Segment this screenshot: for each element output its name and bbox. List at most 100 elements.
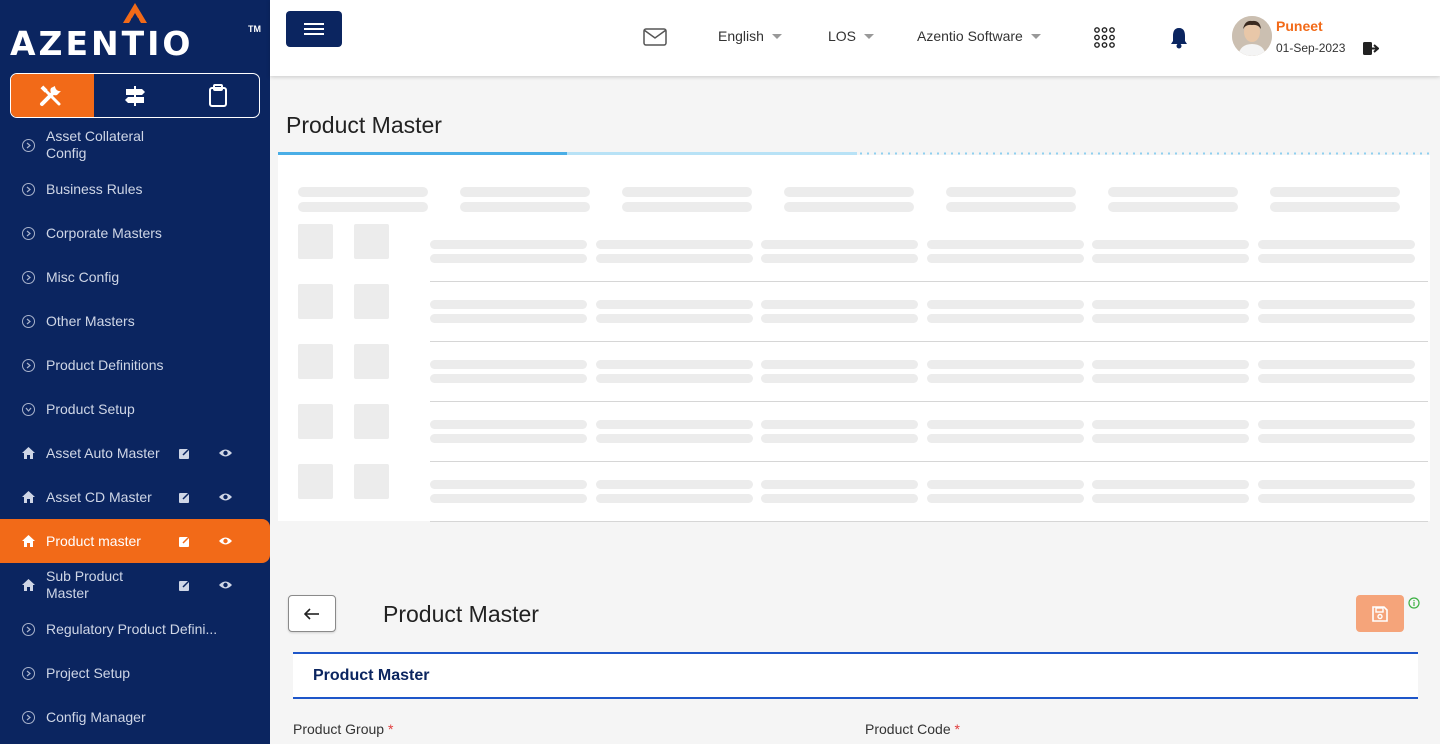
skeleton-header-bar	[784, 187, 914, 197]
eye-icon[interactable]	[218, 448, 233, 458]
sidebar-item-label: Misc Config	[46, 268, 120, 285]
sidebar-item-label: Sub Product Master	[46, 568, 124, 601]
sidebar-item-label: Corporate Masters	[46, 224, 162, 241]
menu-toggle-button[interactable]	[286, 11, 342, 47]
skeleton-cell-bar	[1257, 314, 1415, 323]
top-bar: English LOS Azentio Software Puneet 01-S…	[270, 0, 1440, 76]
hamburger-icon	[304, 23, 324, 35]
skeleton-cell-bar	[926, 300, 1084, 309]
skeleton-cell-bar	[1257, 494, 1415, 503]
skeleton-cell-bar	[1092, 494, 1249, 503]
eye-icon[interactable]	[218, 492, 233, 502]
user-name: Puneet	[1276, 18, 1323, 34]
home-icon	[22, 491, 35, 503]
skeleton-cell-bar	[1092, 434, 1249, 443]
sidebar-item-project-setup[interactable]: Project Setup	[0, 651, 270, 695]
mail-icon[interactable]	[643, 28, 667, 46]
chevron-right-circle-icon	[22, 138, 35, 152]
edit-icon[interactable]	[178, 447, 191, 460]
signpost-mode-button[interactable]	[94, 74, 177, 117]
skeleton-cell-bar	[761, 300, 918, 309]
config-mode-button[interactable]	[11, 74, 94, 117]
sidebar-item-label: Asset CD Master	[46, 488, 152, 505]
save-icon	[1372, 605, 1388, 622]
sidebar-item-config-manager[interactable]: Config Manager	[0, 695, 270, 739]
skeleton-cell-bar	[926, 420, 1084, 429]
skeleton-row-divider	[430, 281, 1428, 282]
sidebar-item-label: Business Rules	[46, 180, 143, 197]
skeleton-cell-bar	[1257, 360, 1415, 369]
chevron-right-circle-icon	[22, 226, 35, 240]
skeleton-cell-bar	[430, 300, 587, 309]
product-group-label: Product Group *	[293, 721, 393, 737]
apps-grid-icon[interactable]	[1094, 27, 1115, 48]
skeleton-cell-bar	[1092, 300, 1249, 309]
sidebar-item-corporate-masters[interactable]: Corporate Masters	[0, 211, 270, 255]
chevron-right-circle-icon	[22, 182, 35, 196]
skeleton-cell-bar	[761, 240, 918, 249]
skeleton-cell-bar	[430, 360, 587, 369]
skeleton-cell-bar	[926, 374, 1084, 383]
sidebar-item-other-masters[interactable]: Other Masters	[0, 299, 270, 343]
skeleton-cell-bar	[595, 420, 753, 429]
sidebar-item-label: Asset Collateral Config	[46, 128, 145, 161]
skeleton-cell-bar	[761, 480, 918, 489]
tools-icon	[40, 84, 62, 106]
clipboard-icon	[208, 83, 227, 107]
page-title: Product Master	[286, 112, 442, 138]
skeleton-cell-bar	[595, 494, 753, 503]
sidebar-item-asset-cd-master[interactable]: Asset CD Master	[0, 475, 270, 519]
skeleton-cell-bar	[1092, 254, 1249, 263]
skeleton-cell-bar	[926, 360, 1084, 369]
logout-icon[interactable]	[1362, 41, 1379, 56]
skeleton-square	[298, 344, 333, 379]
sidebar-item-label: Product Definitions	[46, 356, 164, 373]
mode-switch	[10, 73, 260, 118]
language-dropdown[interactable]: English	[718, 28, 782, 44]
edit-icon[interactable]	[178, 491, 191, 504]
skeleton-cell-bar	[595, 360, 753, 369]
skeleton-cell-bar	[1257, 240, 1415, 249]
skeleton-cell-bar	[595, 480, 753, 489]
sidebar-item-misc-config[interactable]: Misc Config	[0, 255, 270, 299]
section-header: Product Master	[293, 652, 1418, 699]
eye-icon[interactable]	[218, 580, 233, 590]
skeleton-header-bar	[460, 187, 590, 197]
skeleton-cell-bar	[430, 420, 587, 429]
skeleton-cell-bar	[1092, 240, 1249, 249]
skeleton-cell-bar	[1092, 420, 1249, 429]
sidebar-item-product-master[interactable]: Product master	[0, 519, 270, 563]
sidebar-item-asset-collateral-config[interactable]: Asset Collateral Config	[0, 123, 270, 167]
product-code-label: Product Code *	[865, 721, 960, 737]
skeleton-cell-bar	[761, 374, 918, 383]
skeleton-cell-bar	[430, 254, 587, 263]
skeleton-row-divider	[430, 521, 1428, 522]
info-icon[interactable]	[1408, 597, 1420, 609]
sidebar-item-product-setup[interactable]: Product Setup	[0, 387, 270, 431]
sidebar-item-sub-product-master[interactable]: Sub Product Master	[0, 563, 270, 607]
caret-down-icon	[771, 33, 782, 39]
skeleton-cell-bar	[1092, 374, 1249, 383]
save-button[interactable]	[1356, 595, 1404, 632]
edit-icon[interactable]	[178, 579, 191, 592]
bell-icon[interactable]	[1169, 26, 1189, 49]
skeleton-cell-bar	[926, 254, 1084, 263]
skeleton-cell-bar	[926, 314, 1084, 323]
sidebar-item-regulatory-product-definition[interactable]: Regulatory Product Defini...	[0, 607, 270, 651]
sidebar-item-business-rules[interactable]: Business Rules	[0, 167, 270, 211]
sidebar-item-asset-auto-master[interactable]: Asset Auto Master	[0, 431, 270, 475]
eye-icon[interactable]	[218, 536, 233, 546]
skeleton-cell-bar	[761, 254, 918, 263]
clipboard-mode-button[interactable]	[176, 74, 259, 117]
edit-icon[interactable]	[178, 535, 191, 548]
company-dropdown[interactable]: Azentio Software	[917, 28, 1041, 44]
sidebar-item-product-definitions[interactable]: Product Definitions	[0, 343, 270, 387]
back-button[interactable]	[288, 595, 336, 632]
home-icon	[22, 535, 35, 547]
avatar[interactable]	[1232, 16, 1272, 56]
module-dropdown[interactable]: LOS	[828, 28, 875, 44]
sidebar-item-label: Asset Auto Master	[46, 444, 160, 461]
chevron-right-circle-icon	[22, 270, 35, 284]
skeleton-cell-bar	[430, 240, 587, 249]
azentio-logo[interactable]: AZENTIO TM	[10, 2, 265, 64]
